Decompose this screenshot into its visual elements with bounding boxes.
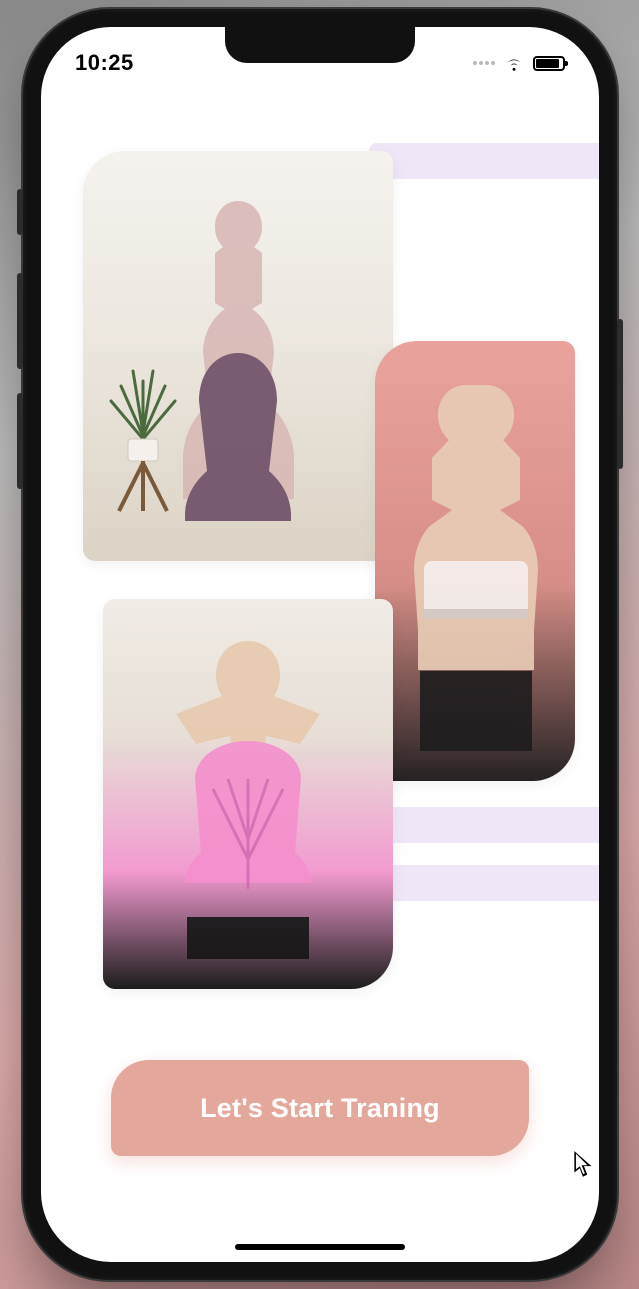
hero-image-bottom <box>103 599 393 989</box>
home-indicator[interactable] <box>235 1244 405 1250</box>
hero-image-right <box>375 341 575 781</box>
decorative-stripe <box>369 807 599 843</box>
side-button-volume-up <box>17 273 23 369</box>
start-training-label: Let's Start Traning <box>200 1093 440 1124</box>
screen: 10:25 <box>41 27 599 1262</box>
hero-image-top <box>83 151 393 561</box>
decorative-stripe <box>369 865 599 901</box>
person-silhouette-icon <box>390 371 560 751</box>
notch <box>225 27 415 63</box>
person-silhouette-icon <box>133 629 363 959</box>
side-button-mute <box>17 189 23 235</box>
cellular-dots-icon <box>473 61 495 65</box>
person-silhouette-icon <box>143 191 333 521</box>
decorative-stripe <box>369 143 599 179</box>
battery-icon <box>533 56 565 71</box>
start-training-button[interactable]: Let's Start Traning <box>111 1060 529 1156</box>
wifi-icon <box>503 52 525 74</box>
side-button-power <box>617 319 623 469</box>
side-button-volume-down <box>17 393 23 489</box>
device-frame: 10:25 <box>23 9 617 1280</box>
status-icons <box>473 52 565 74</box>
status-time: 10:25 <box>75 50 134 76</box>
